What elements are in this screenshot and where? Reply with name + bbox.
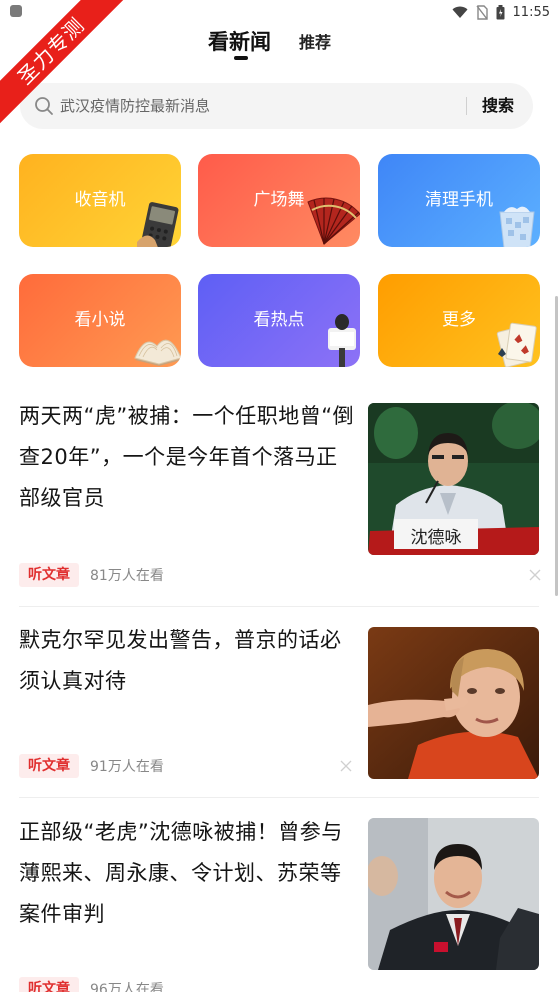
shortcut-novel[interactable]: 看小说	[19, 274, 181, 367]
news-thumbnail: 沈德咏	[368, 403, 539, 555]
status-bar: 11:55	[0, 0, 558, 24]
listen-article-button[interactable]: 听文章	[19, 977, 79, 992]
shortcut-label: 收音机	[74, 190, 126, 210]
news-title: 两天两“虎”被捕：一个任职地曾“倒查20年”，一个是今年首个落马正部级官员	[19, 404, 355, 510]
tab-news[interactable]: 看新闻	[208, 26, 271, 56]
news-item[interactable]: 默克尔罕见发出警告，普京的话必须认真对待 听文章 91万人在看	[0, 620, 558, 790]
news-meta: 听文章 96万人在看	[19, 977, 164, 992]
shortcut-label: 广场舞	[253, 190, 305, 210]
nameplate-text: 沈德咏	[411, 528, 462, 548]
search-button[interactable]: 搜索	[482, 83, 514, 129]
wifi-icon	[452, 6, 468, 18]
news-divider	[19, 606, 539, 607]
close-icon[interactable]	[339, 759, 353, 773]
search-input[interactable]	[60, 83, 460, 129]
close-icon[interactable]	[528, 568, 542, 582]
search-bar: 搜索	[20, 83, 533, 129]
shortcut-radio[interactable]: 收音机	[19, 154, 181, 247]
news-meta: 听文章 81万人在看	[19, 563, 164, 587]
listen-article-button[interactable]: 听文章	[19, 754, 79, 778]
status-time: 11:55	[512, 4, 550, 20]
shortcut-hot-topics[interactable]: 看热点	[198, 274, 360, 367]
search-divider	[466, 97, 467, 115]
news-meta: 听文章 91万人在看	[19, 754, 164, 778]
shortcut-square-dance[interactable]: 广场舞	[198, 154, 360, 247]
shortcut-phone-cleaner[interactable]: 清理手机	[378, 154, 540, 247]
shortcut-label: 看小说	[74, 310, 126, 330]
news-thumbnail	[368, 627, 539, 779]
reader-count: 91万人在看	[90, 759, 164, 775]
app-notification-icon	[10, 5, 22, 17]
header-tabs: 看新闻 推荐	[0, 22, 558, 62]
news-title: 默克尔罕见发出警告，普京的话必须认真对待	[19, 628, 342, 693]
shortcut-label: 清理手机	[425, 190, 493, 210]
listen-article-button[interactable]: 听文章	[19, 563, 79, 587]
reader-count: 81万人在看	[90, 568, 164, 584]
battery-icon	[496, 4, 505, 19]
news-item[interactable]: 两天两“虎”被捕：一个任职地曾“倒查20年”，一个是今年首个落马正部级官员 沈德…	[0, 396, 558, 596]
status-icons: 11:55	[452, 3, 550, 21]
shortcut-label: 看热点	[253, 310, 305, 330]
reader-count: 96万人在看	[90, 982, 164, 992]
news-title: 正部级“老虎”沈德咏被捕！曾参与薄熙来、周永康、令计划、苏荣等案件审判	[19, 820, 343, 926]
no-sim-icon	[475, 4, 488, 20]
shortcut-label: 更多	[442, 310, 476, 330]
news-divider	[19, 797, 539, 798]
news-thumbnail	[368, 818, 539, 970]
search-icon	[35, 97, 53, 115]
news-item[interactable]: 正部级“老虎”沈德咏被捕！曾参与薄熙来、周永康、令计划、苏荣等案件审判 听文章 …	[0, 812, 558, 992]
active-tab-indicator	[234, 56, 248, 60]
tab-recommend[interactable]: 推荐	[299, 29, 331, 53]
shortcut-more[interactable]: 更多	[378, 274, 540, 367]
